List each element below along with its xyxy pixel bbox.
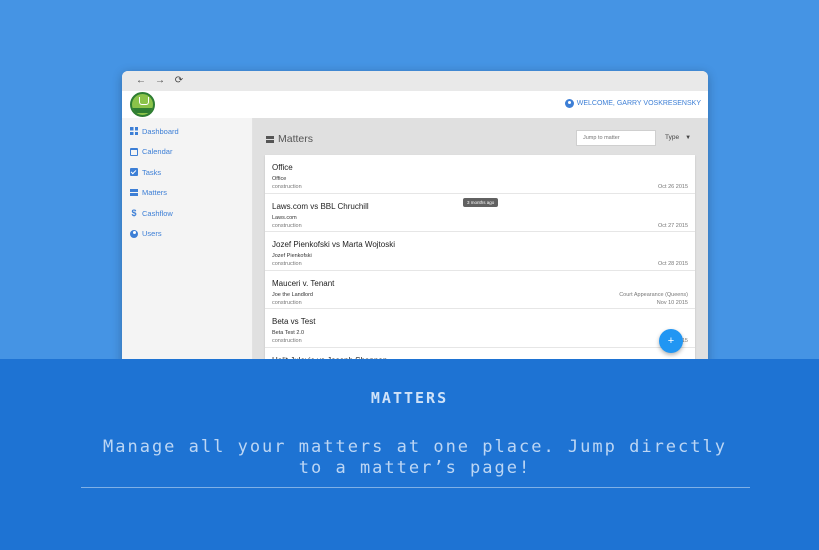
list-item[interactable]: Jozef Pienkofski vs Marta Wojtoski Jozef… bbox=[265, 232, 695, 271]
matter-client: Jozef Pienkofski bbox=[272, 253, 312, 260]
sidebar-item-label: Tasks bbox=[142, 167, 162, 177]
sidebar-item-users[interactable]: Users bbox=[122, 224, 252, 245]
dashboard-icon bbox=[130, 127, 138, 136]
tasks-icon bbox=[130, 168, 138, 177]
back-arrow-icon[interactable]: ← bbox=[136, 71, 146, 91]
matter-title: Jozef Pienkofski vs Marta Wojtoski bbox=[272, 240, 396, 250]
sidebar-item-label: Cashflow bbox=[142, 208, 173, 218]
scales-icon bbox=[139, 97, 149, 105]
logo[interactable] bbox=[130, 92, 155, 117]
matters-list: Office Office construction Oct 26 2015 L… bbox=[265, 155, 695, 371]
matter-date: Nov 10 2015 bbox=[656, 299, 688, 306]
matter-client: Beta Test 2.0 bbox=[272, 330, 305, 337]
matter-date: Oct 27 2015 bbox=[658, 222, 688, 229]
account-circle-icon bbox=[564, 99, 574, 108]
matter-client: Laws.com bbox=[272, 214, 297, 221]
add-matter-button[interactable]: + bbox=[659, 329, 683, 353]
forward-arrow-icon[interactable]: → bbox=[155, 71, 165, 91]
caption-title: MATTERS bbox=[370, 389, 449, 407]
matter-client: Joe the Landlord bbox=[272, 291, 313, 298]
browser-window: ← → ⟳ WELCOME, GARRY VOSKRESENSKY Dashbo… bbox=[122, 71, 708, 371]
reload-icon[interactable]: ⟳ bbox=[174, 71, 184, 91]
dollar-icon: $ bbox=[131, 208, 137, 219]
sidebar-item-label: Calendar bbox=[142, 147, 173, 157]
matters-icon bbox=[130, 188, 138, 197]
sidebar-item-calendar[interactable]: Calendar bbox=[122, 142, 252, 163]
calendar-icon bbox=[130, 147, 138, 156]
matter-type: construction bbox=[272, 299, 302, 306]
caption-panel: MATTERS Manage all your matters at one p… bbox=[0, 359, 819, 550]
matter-title: Beta vs Test bbox=[272, 317, 316, 327]
sidebar-item-cashflow[interactable]: $ Cashflow bbox=[122, 203, 252, 224]
caption-text: Manage all your matters at one place. Ju… bbox=[103, 437, 727, 478]
app-header: WELCOME, GARRY VOSKRESENSKY bbox=[122, 91, 708, 119]
list-item[interactable]: Mauceri v. Tenant Joe the Landlord const… bbox=[265, 271, 695, 310]
matter-type: construction bbox=[272, 338, 302, 345]
matter-type: construction bbox=[272, 261, 302, 268]
matter-title: Laws.com vs BBL Chruchill bbox=[272, 201, 369, 211]
sidebar-item-label: Users bbox=[142, 229, 162, 239]
page-title-text: Matters bbox=[278, 133, 314, 145]
sidebar-item-tasks[interactable]: Tasks bbox=[122, 162, 252, 183]
list-item[interactable]: Office Office construction Oct 26 2015 bbox=[265, 155, 695, 194]
type-filter-dropdown[interactable]: Type ▼ bbox=[665, 134, 691, 141]
matter-title: Office bbox=[272, 163, 293, 172]
matter-date: Oct 28 2015 bbox=[658, 261, 688, 268]
matter-client: Office bbox=[272, 176, 287, 182]
date-tooltip: 3 months ago bbox=[463, 198, 499, 207]
sidebar-item-label: Dashboard bbox=[142, 126, 179, 136]
matter-date: Oct 26 2015 bbox=[658, 184, 688, 190]
list-item[interactable]: Beta vs Test Beta Test 2.0 construction … bbox=[265, 309, 695, 348]
sidebar: Dashboard Calendar Tasks Matters $ Cashf… bbox=[122, 118, 253, 371]
sidebar-item-dashboard[interactable]: Dashboard bbox=[122, 121, 252, 142]
page-title: Matters bbox=[266, 133, 313, 145]
caret-down-icon: ▼ bbox=[685, 134, 692, 141]
browser-toolbar: ← → ⟳ bbox=[122, 71, 708, 91]
user-menu[interactable]: WELCOME, GARRY VOSKRESENSKY bbox=[564, 99, 701, 108]
type-filter-label: Type bbox=[665, 134, 680, 141]
matter-type: construction bbox=[272, 184, 302, 190]
main-content: Matters Type ▼ Office Office constructio… bbox=[253, 118, 708, 371]
sidebar-item-matters[interactable]: Matters bbox=[122, 183, 252, 204]
welcome-text: WELCOME, GARRY VOSKRESENSKY bbox=[576, 100, 701, 107]
matter-title: Mauceri v. Tenant bbox=[272, 278, 335, 288]
matters-icon bbox=[266, 135, 274, 143]
divider bbox=[81, 487, 750, 488]
matter-type: construction bbox=[272, 222, 302, 229]
users-icon bbox=[130, 229, 138, 238]
matter-next-event: Court Appearance (Queens) bbox=[619, 291, 688, 298]
sidebar-item-label: Matters bbox=[142, 188, 168, 198]
jump-to-matter-input[interactable] bbox=[576, 130, 656, 146]
